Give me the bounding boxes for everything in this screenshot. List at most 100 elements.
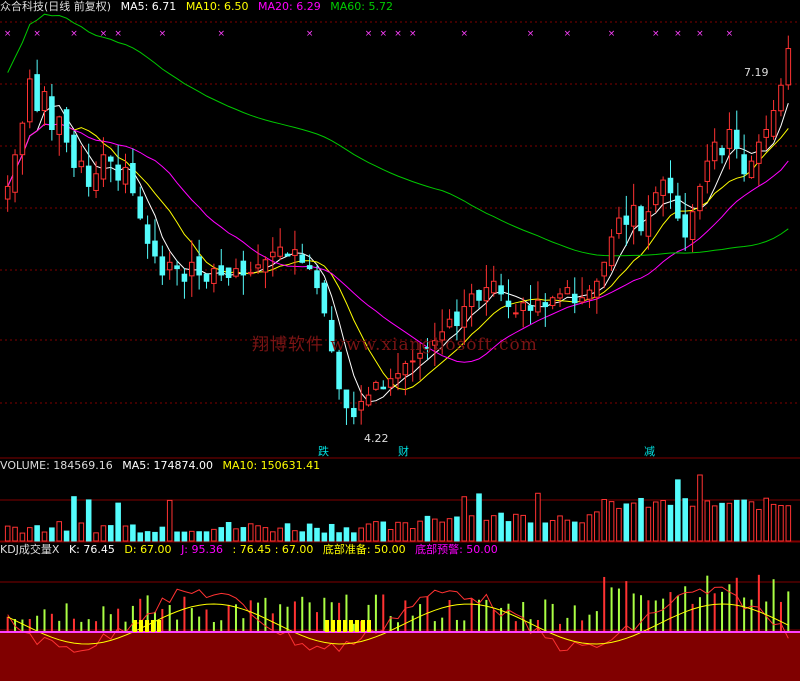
volume-header: VOLUME: 184569.16 MA5: 174874.00 MA10: 1… — [0, 459, 326, 473]
volume-bar-8 — [63, 530, 70, 542]
volume-bar-27 — [203, 531, 210, 542]
candle-body-30 — [225, 267, 232, 278]
candle-body-73 — [542, 302, 549, 308]
signal-marker-13: × — [527, 29, 535, 39]
volume-bar-85 — [630, 502, 637, 542]
volume-bar-20 — [152, 531, 158, 542]
bottom-signal-bar-1-361 — [361, 620, 365, 632]
kdj-bar-101 — [750, 599, 753, 632]
volume-bar-28 — [211, 528, 217, 542]
volume-bar-39 — [292, 530, 298, 542]
kdj-bar-88 — [654, 600, 657, 632]
volume-bar-66 — [490, 515, 497, 542]
volume-bar-88 — [652, 501, 659, 542]
volume-bar-83 — [616, 507, 622, 542]
candle-body-64 — [476, 290, 482, 301]
volume-bar-79 — [586, 514, 593, 542]
candle-body-51 — [380, 386, 387, 390]
volume-bar-43 — [321, 532, 328, 542]
volume-bar-13 — [100, 525, 107, 542]
candle-body-66 — [490, 280, 497, 294]
volume-bar-95 — [704, 500, 711, 542]
candle-body-38 — [284, 253, 291, 257]
kdj-bar-105 — [779, 601, 782, 632]
signal-marker-18: × — [696, 29, 704, 39]
kdj-bar-39 — [293, 601, 296, 632]
volume-bar-92 — [682, 498, 688, 542]
candle-body-88 — [652, 192, 659, 206]
volume-bar-76 — [564, 519, 571, 542]
kdj-bar-54 — [404, 600, 407, 632]
volume-bar-0 — [4, 525, 11, 542]
bottom-signal-bar-1-337 — [337, 620, 341, 632]
kdj-bar-13 — [102, 606, 105, 632]
kdj-bar-22 — [168, 605, 171, 632]
volume-bar-60 — [446, 518, 453, 542]
candle-body-80 — [594, 280, 600, 298]
volume-bar-7 — [56, 521, 63, 542]
kdj-bottom-warn: 底部预警: 50.00 — [415, 543, 498, 556]
candle-body-18 — [137, 196, 144, 219]
candle-body-95 — [704, 160, 711, 182]
candle-body-86 — [638, 206, 644, 232]
bottom-signal-bar-0-139 — [139, 620, 143, 632]
candle-body-31 — [233, 268, 239, 277]
ma60-value: MA60: 5.72 — [330, 0, 393, 13]
candle-body-96 — [711, 141, 718, 162]
volume-bar-18 — [137, 532, 144, 542]
candle-body-34 — [255, 264, 261, 269]
volume-bar-62 — [461, 496, 468, 542]
volume-bar-21 — [159, 526, 166, 542]
candle-body-17 — [130, 163, 136, 194]
candle-body-9 — [71, 134, 77, 168]
volume-bars — [4, 474, 792, 542]
volume-bar-64 — [476, 493, 482, 542]
kdj-bar-24 — [183, 596, 186, 632]
volume-bar-1 — [12, 526, 18, 542]
price-header: 众合科技(日线 前复权) MA5: 6.71 MA10: 6.50 MA20: … — [0, 0, 399, 14]
signal-marker-16: × — [652, 29, 660, 39]
candle-body-0 — [4, 185, 11, 200]
volume-bar-46 — [343, 527, 350, 542]
candle-body-7 — [56, 116, 63, 135]
candle-body-76 — [564, 287, 571, 295]
volume-bar-102 — [756, 508, 762, 542]
kdj-bar-68 — [507, 603, 510, 632]
kdj-bar-76 — [566, 617, 569, 632]
signal-marker-3: × — [100, 29, 108, 39]
candlesticks — [4, 35, 792, 425]
stock-title: 众合科技(日线 前复权) — [0, 0, 112, 13]
volume-bar-103 — [763, 497, 770, 542]
volume-bar-77 — [571, 521, 578, 542]
candle-body-40 — [299, 254, 306, 263]
kdj-bar-66 — [492, 609, 495, 632]
signal-marker-1: × — [33, 29, 41, 39]
candle-body-5 — [41, 91, 48, 112]
kdj-bar-106 — [787, 591, 790, 632]
candle-body-75 — [557, 293, 563, 299]
kdj-bar-86 — [640, 595, 643, 632]
kdj-bar-82 — [610, 587, 613, 632]
volume-bar-67 — [498, 512, 504, 542]
volume-bar-58 — [432, 518, 438, 542]
volume-bar-4 — [34, 525, 40, 542]
kdj-bar-62 — [463, 620, 466, 632]
kdj-bar-16 — [124, 621, 127, 632]
volume-bar-99 — [733, 499, 740, 542]
kdj-bar-89 — [662, 598, 665, 632]
kdj-bar-7 — [58, 620, 61, 632]
candle-body-69 — [513, 312, 519, 315]
candle-body-24 — [181, 273, 188, 282]
candle-body-71 — [527, 305, 534, 311]
volume-bar-24 — [181, 531, 188, 542]
kdj-bar-37 — [279, 604, 282, 632]
volume-bar-74 — [549, 519, 556, 542]
kdj-bar-12 — [95, 621, 98, 632]
kdj-bar-38 — [286, 606, 289, 632]
kdj-bar-60 — [448, 600, 451, 632]
volume-bar-72 — [535, 492, 541, 542]
volume-bar-14 — [108, 525, 114, 542]
volume-bar-87 — [645, 506, 652, 542]
volume-bar-100 — [741, 499, 747, 542]
kdj-j: J: 95.36 — [181, 543, 223, 556]
